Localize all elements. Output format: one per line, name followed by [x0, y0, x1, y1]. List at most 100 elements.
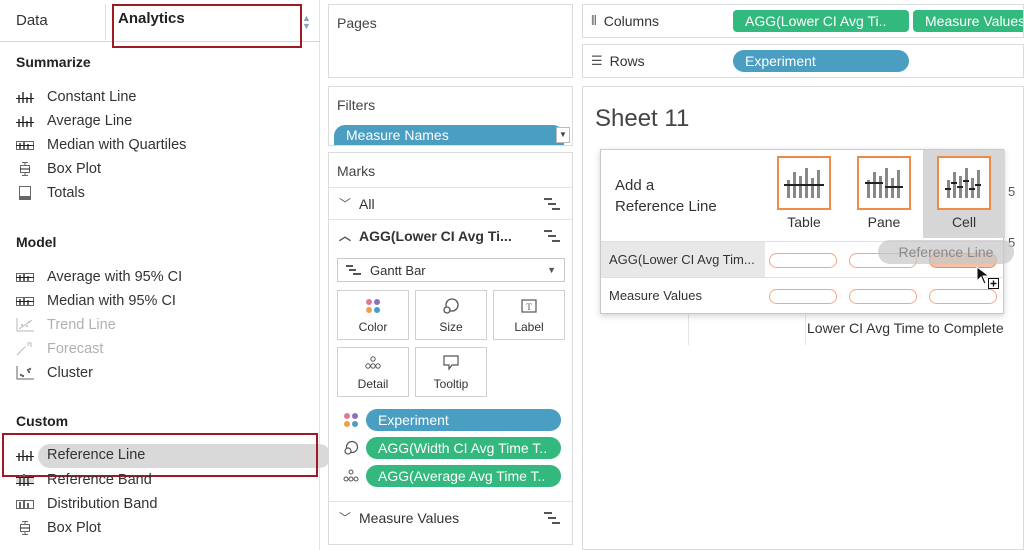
- chevron-up-icon: ︿: [339, 229, 352, 243]
- cluster-icon: [16, 366, 34, 380]
- mark-pill-average-avg-time[interactable]: AGG(Average Avg Time T..: [366, 465, 561, 487]
- item-label: Constant Line: [47, 89, 137, 105]
- analytics-pane: Data Analytics ▲ ▼ Summarize Constant Lin…: [0, 0, 331, 550]
- item-totals[interactable]: Totals: [16, 182, 316, 204]
- scope-cell[interactable]: Cell: [927, 156, 1001, 230]
- table-scope-icon: [777, 156, 831, 210]
- tab-scroll-icon[interactable]: ▲ ▼: [302, 14, 311, 31]
- marks-layers-icon: [544, 198, 560, 210]
- mark-type-select[interactable]: Gantt Bar ▼: [337, 258, 565, 282]
- item-label: Box Plot: [47, 520, 101, 536]
- mark-pill-label: Experiment: [378, 412, 449, 428]
- item-cluster[interactable]: Cluster: [16, 362, 316, 384]
- columns-pill-label: AGG(Lower CI Avg Ti..: [745, 13, 887, 29]
- gridline: [688, 315, 689, 345]
- gridline: [805, 315, 806, 345]
- detail-icon: [365, 356, 381, 369]
- mark-pill-width-ci[interactable]: AGG(Width CI Avg Time T..: [366, 437, 561, 459]
- item-reference-band[interactable]: Reference Band: [16, 469, 316, 491]
- item-median-with-quartiles[interactable]: Median with Quartiles: [16, 134, 316, 156]
- scope-table[interactable]: Table: [767, 156, 841, 230]
- color-icon: [344, 413, 358, 427]
- pages-shelf[interactable]: Pages: [328, 4, 573, 78]
- size-button[interactable]: Size: [415, 290, 487, 340]
- marks-all-row[interactable]: ﹀ All: [329, 187, 572, 219]
- forecast-icon: [16, 342, 34, 356]
- item-box-plot-custom[interactable]: Box Plot: [16, 517, 316, 539]
- filter-pill-measure-names[interactable]: Measure Names: [334, 125, 564, 145]
- detail-icon: [343, 469, 359, 482]
- svg-text:T: T: [526, 302, 532, 312]
- axis-tick-label: 5: [1008, 184, 1016, 199]
- columns-shelf[interactable]: ⦀ Columns AGG(Lower CI Avg Ti.. Measure …: [582, 4, 1024, 38]
- mark-pill-label: AGG(Average Avg Time T..: [378, 468, 546, 484]
- item-box-plot[interactable]: Box Plot: [16, 158, 316, 180]
- item-average-line[interactable]: Average Line: [16, 110, 316, 132]
- rows-pill-label: Experiment: [745, 53, 816, 69]
- reference-band-icon: [16, 473, 34, 487]
- color-icon: [366, 299, 380, 313]
- marks-measure-label: AGG(Lower CI Avg Ti...: [359, 227, 512, 244]
- drag-cursor-icon: [976, 266, 999, 289]
- item-trend-line[interactable]: Trend Line: [16, 314, 316, 336]
- pane-scope-icon: [857, 156, 911, 210]
- chevron-down-icon: ﹀: [339, 511, 352, 525]
- item-label: Reference Band: [47, 472, 152, 488]
- columns-pill-lower-ci[interactable]: AGG(Lower CI Avg Ti..: [733, 10, 909, 32]
- item-forecast[interactable]: Forecast: [16, 338, 316, 360]
- tab-data[interactable]: Data: [16, 12, 48, 29]
- chevron-down-icon: ﹀: [339, 197, 352, 211]
- popup-title-line1: Add a: [615, 177, 655, 194]
- popup-row-label: AGG(Lower CI Avg Tim...: [609, 252, 755, 267]
- scope-pane[interactable]: Pane: [847, 156, 921, 230]
- reference-line-icon: [16, 114, 34, 128]
- scope-label: Table: [787, 214, 821, 230]
- drop-target-table[interactable]: [769, 289, 837, 304]
- columns-label-wrap: ⦀ Columns: [591, 13, 659, 29]
- item-label: Trend Line: [47, 317, 116, 333]
- gantt-bar-icon: [346, 265, 361, 275]
- item-label: Cluster: [47, 365, 93, 381]
- mark-type-label: Gantt Bar: [370, 262, 426, 278]
- size-label: Size: [439, 320, 463, 334]
- measure-values-label: Measure Values: [359, 509, 460, 526]
- axis-title: Lower CI Avg Time to Complete: [807, 320, 1004, 336]
- add-reference-line-popup: Add a Reference Line Table Pane Cell AGG…: [600, 149, 1005, 314]
- rows-pill-experiment[interactable]: Experiment: [733, 50, 909, 72]
- filter-dropdown-icon[interactable]: ▼: [556, 127, 570, 143]
- item-label: Median with Quartiles: [47, 137, 187, 153]
- drag-ghost-reference-line: Reference Line: [878, 240, 1014, 264]
- item-median-with-95-ci[interactable]: Median with 95% CI: [16, 290, 316, 312]
- label-button[interactable]: T Label: [493, 290, 565, 340]
- item-label: Reference Line: [47, 447, 146, 463]
- popup-row-measure-values: Measure Values: [601, 277, 1005, 313]
- mark-pill-experiment[interactable]: Experiment: [366, 409, 561, 431]
- rows-icon: ☰: [591, 53, 603, 68]
- item-label: Distribution Band: [47, 496, 158, 512]
- popup-row-label: Measure Values: [609, 288, 702, 303]
- drop-target-pane[interactable]: [849, 289, 917, 304]
- drop-target-table[interactable]: [769, 253, 837, 268]
- scope-label: Cell: [951, 214, 977, 230]
- marks-measure-values-row[interactable]: ﹀ Measure Values: [329, 501, 572, 533]
- filters-shelf[interactable]: Filters Measure Names ▼: [328, 86, 573, 146]
- item-label: Totals: [47, 185, 85, 201]
- item-distribution-band[interactable]: Distribution Band: [16, 493, 316, 515]
- marks-card: Marks ﹀ All ︿ AGG(Lower CI Avg Ti... Gan…: [328, 152, 573, 545]
- cell-scope-icon: [937, 156, 991, 210]
- dropdown-arrow-icon: ▼: [547, 265, 556, 275]
- item-label: Median with 95% CI: [47, 293, 176, 309]
- columns-pill-measure-values[interactable]: Measure Values: [913, 10, 1023, 32]
- marks-measure-row[interactable]: ︿ AGG(Lower CI Avg Ti...: [329, 219, 572, 251]
- rows-shelf[interactable]: ☰ Rows Experiment: [582, 44, 1024, 78]
- color-button[interactable]: Color: [337, 290, 409, 340]
- distribution-band-icon: [16, 294, 34, 308]
- item-average-with-95-ci[interactable]: Average with 95% CI: [16, 266, 316, 288]
- filters-title: Filters: [337, 97, 376, 113]
- section-summarize: Summarize: [16, 54, 91, 70]
- size-icon: [344, 440, 359, 455]
- item-constant-line[interactable]: Constant Line: [16, 86, 316, 108]
- tooltip-button[interactable]: Tooltip: [415, 347, 487, 397]
- highlight-analytics-tab: [112, 4, 302, 48]
- detail-button[interactable]: Detail: [337, 347, 409, 397]
